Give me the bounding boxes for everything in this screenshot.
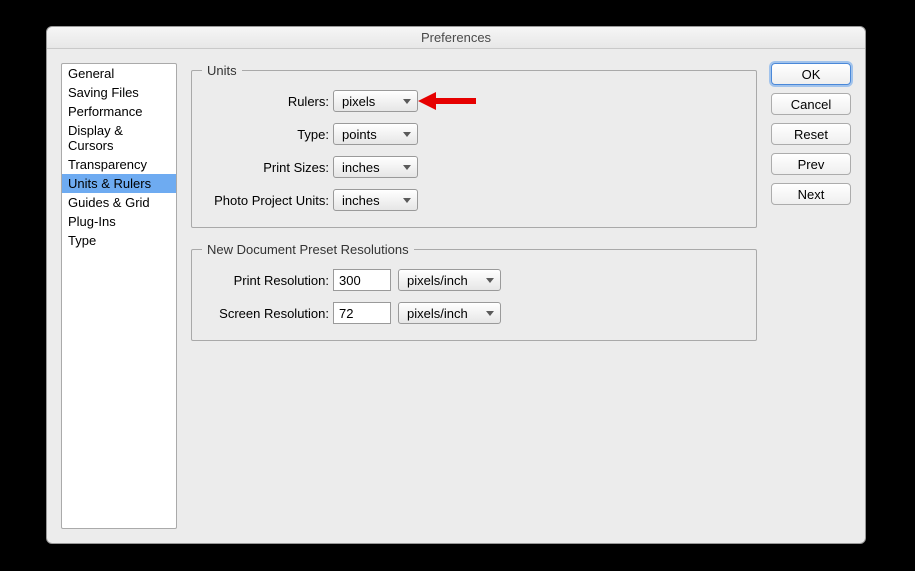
- photo-project-label: Photo Project Units:: [202, 193, 333, 208]
- category-sidebar: General Saving Files Performance Display…: [61, 63, 177, 529]
- screen-resolution-label: Screen Resolution:: [202, 306, 333, 321]
- print-sizes-select[interactable]: inches: [333, 156, 418, 178]
- type-label: Type:: [202, 127, 333, 142]
- units-group: Units Rulers: pixels Type: points: [191, 63, 757, 228]
- resolutions-legend: New Document Preset Resolutions: [202, 242, 414, 257]
- reset-button[interactable]: Reset: [771, 123, 851, 145]
- rulers-value: pixels: [342, 94, 375, 109]
- rulers-label: Rulers:: [202, 94, 333, 109]
- print-sizes-label: Print Sizes:: [202, 160, 333, 175]
- sidebar-item-type[interactable]: Type: [62, 231, 176, 250]
- sidebar-item-plug-ins[interactable]: Plug-Ins: [62, 212, 176, 231]
- next-button[interactable]: Next: [771, 183, 851, 205]
- dropdown-icon: [403, 165, 411, 170]
- type-select[interactable]: points: [333, 123, 418, 145]
- sidebar-item-display-cursors[interactable]: Display & Cursors: [62, 121, 176, 155]
- cancel-button[interactable]: Cancel: [771, 93, 851, 115]
- sidebar-item-transparency[interactable]: Transparency: [62, 155, 176, 174]
- print-resolution-unit-select[interactable]: pixels/inch: [398, 269, 501, 291]
- button-column: OK Cancel Reset Prev Next: [771, 63, 851, 529]
- content-area: General Saving Files Performance Display…: [47, 49, 865, 543]
- rulers-select[interactable]: pixels: [333, 90, 418, 112]
- main-panel: Units Rulers: pixels Type: points: [191, 63, 757, 529]
- sidebar-item-saving-files[interactable]: Saving Files: [62, 83, 176, 102]
- units-legend: Units: [202, 63, 242, 78]
- dropdown-icon: [403, 198, 411, 203]
- ok-button[interactable]: OK: [771, 63, 851, 85]
- dropdown-icon: [486, 278, 494, 283]
- screen-resolution-unit-select[interactable]: pixels/inch: [398, 302, 501, 324]
- resolutions-group: New Document Preset Resolutions Print Re…: [191, 242, 757, 341]
- print-resolution-label: Print Resolution:: [202, 273, 333, 288]
- dropdown-icon: [486, 311, 494, 316]
- photo-project-value: inches: [342, 193, 380, 208]
- sidebar-item-guides-grid[interactable]: Guides & Grid: [62, 193, 176, 212]
- screen-resolution-unit-value: pixels/inch: [407, 306, 468, 321]
- sidebar-item-units-rulers[interactable]: Units & Rulers: [62, 174, 176, 193]
- photo-project-select[interactable]: inches: [333, 189, 418, 211]
- dropdown-icon: [403, 99, 411, 104]
- sidebar-item-performance[interactable]: Performance: [62, 102, 176, 121]
- type-value: points: [342, 127, 377, 142]
- screen-resolution-input[interactable]: [333, 302, 391, 324]
- dropdown-icon: [403, 132, 411, 137]
- preferences-window: Preferences General Saving Files Perform…: [46, 26, 866, 544]
- window-title: Preferences: [47, 27, 865, 49]
- prev-button[interactable]: Prev: [771, 153, 851, 175]
- print-resolution-unit-value: pixels/inch: [407, 273, 468, 288]
- print-sizes-value: inches: [342, 160, 380, 175]
- print-resolution-input[interactable]: [333, 269, 391, 291]
- sidebar-item-general[interactable]: General: [62, 64, 176, 83]
